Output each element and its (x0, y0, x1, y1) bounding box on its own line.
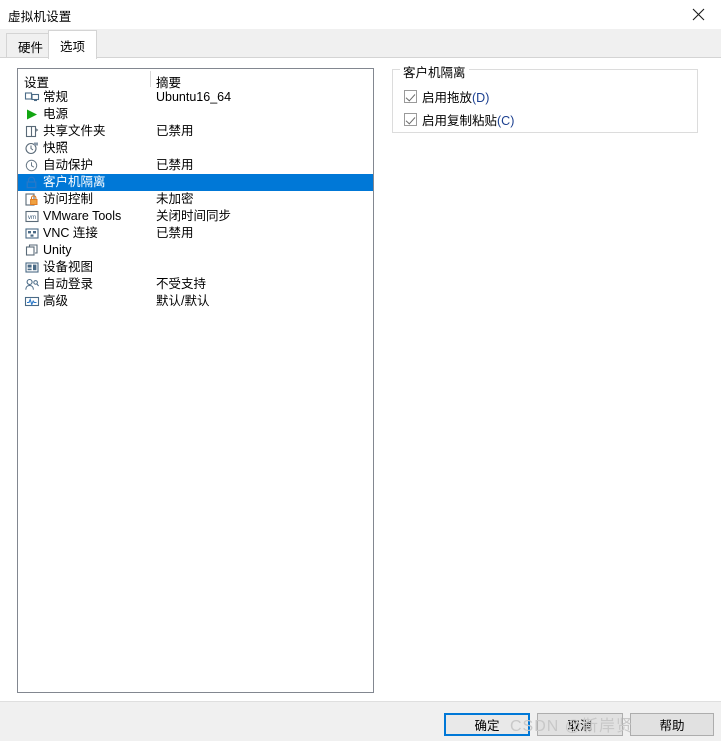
guest-isolation-groupbox: 客户机隔离 启用拖放(D) 启用复制粘贴(C) (392, 62, 698, 133)
cancel-button-label: 取消 (567, 719, 593, 733)
settings-list-panel[interactable]: 设置 摘要 常规 Ubuntu16_64 电源 共享文件夹 已禁用 快照 自动保… (17, 68, 374, 693)
list-item-label: 设备视图 (43, 260, 94, 274)
vm-tools-icon: vm (24, 209, 40, 224)
list-item-label: Unity (43, 243, 72, 257)
list-item-label: 快照 (43, 141, 69, 155)
svg-text:vm: vm (28, 214, 36, 221)
list-item-label: 电源 (43, 107, 69, 121)
checkbox-mnemonic: (D) (472, 91, 490, 105)
checkbox-mnemonic: (C) (497, 114, 515, 128)
list-item-label: 自动保护 (43, 158, 94, 172)
settings-list-rows: 常规 Ubuntu16_64 电源 共享文件夹 已禁用 快照 自动保护 已禁用 … (18, 89, 373, 310)
dialog-footer: 确定 取消 帮助 (0, 701, 721, 741)
list-item-auto-login[interactable]: 自动登录 不受支持 (18, 276, 373, 293)
column-divider (150, 71, 151, 87)
list-item-unity[interactable]: Unity (18, 242, 373, 259)
monitor-icon (24, 90, 40, 105)
list-item-snapshot[interactable]: 快照 (18, 140, 373, 157)
checkbox-enable-copy-paste[interactable]: 启用复制粘贴(C) (404, 110, 514, 129)
list-item-label: 访问控制 (43, 192, 94, 206)
tab-options-label: 选项 (60, 39, 86, 54)
checkbox-label-text: 启用复制粘贴 (422, 114, 498, 128)
list-item-label: 常规 (43, 90, 69, 104)
list-item-label: 共享文件夹 (43, 124, 106, 138)
lock-icon (24, 175, 40, 190)
checkbox-label: 启用拖放(D) (422, 87, 489, 106)
clock-icon (24, 158, 40, 173)
tab-options[interactable]: 选项 (48, 30, 98, 59)
help-button-label: 帮助 (659, 719, 685, 733)
list-item-vmware-tools[interactable]: vm VMware Tools 关闭时间同步 (18, 208, 373, 225)
checkbox-box[interactable] (404, 90, 417, 103)
advanced-icon (24, 294, 40, 309)
access-lock-icon (24, 192, 40, 207)
list-item-summary: 默认/默认 (156, 294, 210, 308)
tab-hardware-label: 硬件 (18, 40, 44, 55)
list-item-summary: 已禁用 (156, 158, 194, 172)
close-icon[interactable] (676, 0, 721, 29)
list-item-summary: 已禁用 (156, 124, 194, 138)
checkbox-box[interactable] (404, 113, 417, 126)
power-play-icon (24, 107, 40, 122)
list-item-label: 高级 (43, 294, 69, 308)
groupbox-title: 客户机隔离 (400, 62, 469, 81)
list-item-summary: 未加密 (156, 192, 194, 206)
ok-button-label: 确定 (474, 719, 500, 733)
title-bar: 虚拟机设置 (0, 0, 721, 29)
list-item-autoprotect[interactable]: 自动保护 已禁用 (18, 157, 373, 174)
checkbox-label-text: 启用拖放 (422, 91, 473, 105)
list-item-advanced[interactable]: 高级 默认/默认 (18, 293, 373, 310)
folder-icon (24, 124, 40, 139)
list-item-access-control[interactable]: 访问控制 未加密 (18, 191, 373, 208)
list-item-summary: 已禁用 (156, 226, 194, 240)
list-item-guest-isolation[interactable]: 客户机隔离 (18, 174, 373, 191)
settings-list-header: 设置 摘要 (18, 69, 373, 90)
dialog-body: 设置 摘要 常规 Ubuntu16_64 电源 共享文件夹 已禁用 快照 自动保… (0, 57, 721, 701)
virtual-machine-settings-dialog: 虚拟机设置 硬件 选项 设置 摘要 常规 Ubuntu16_64 电源 共享文件… (0, 0, 721, 741)
ok-button[interactable]: 确定 (444, 713, 530, 736)
unity-icon (24, 243, 40, 258)
list-item-label: 自动登录 (43, 277, 94, 291)
list-item-label: VMware Tools (43, 209, 122, 223)
snapshot-icon (24, 141, 40, 156)
list-item-label: VNC 连接 (43, 226, 98, 240)
auto-login-icon (24, 277, 40, 292)
list-item-summary: 不受支持 (156, 277, 207, 291)
cancel-button[interactable]: 取消 (537, 713, 623, 736)
list-item-summary: Ubuntu16_64 (156, 90, 232, 104)
device-view-icon (24, 260, 40, 275)
list-item-label: 客户机隔离 (43, 175, 106, 189)
checkbox-enable-drag-drop[interactable]: 启用拖放(D) (404, 87, 489, 106)
tab-strip: 硬件 选项 (0, 29, 721, 59)
window-title: 虚拟机设置 (8, 10, 72, 24)
help-button[interactable]: 帮助 (630, 713, 714, 736)
list-item-device-view[interactable]: 设备视图 (18, 259, 373, 276)
list-item-vnc-connection[interactable]: VNC 连接 已禁用 (18, 225, 373, 242)
checkbox-label: 启用复制粘贴(C) (422, 110, 514, 129)
vnc-icon (24, 226, 40, 241)
list-item-summary: 关闭时间同步 (156, 209, 232, 223)
list-item-shared-folders[interactable]: 共享文件夹 已禁用 (18, 123, 373, 140)
list-item-power[interactable]: 电源 (18, 106, 373, 123)
list-item-general[interactable]: 常规 Ubuntu16_64 (18, 89, 373, 106)
